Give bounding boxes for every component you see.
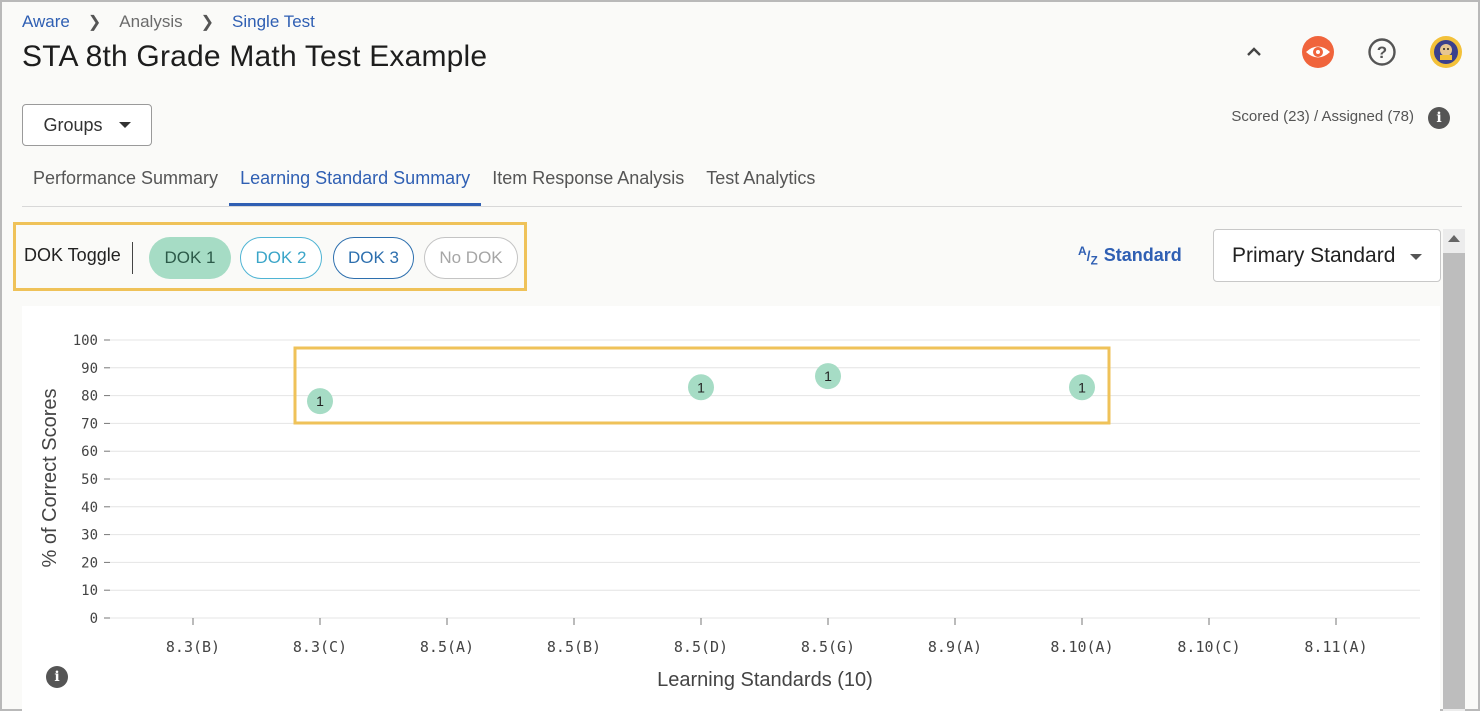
x-tick-label: 8.10(A) bbox=[1050, 638, 1113, 656]
info-icon[interactable]: i bbox=[46, 666, 68, 688]
data-point-label: 1 bbox=[697, 379, 705, 395]
x-tick-label: 8.11(A) bbox=[1304, 638, 1367, 656]
x-axis-label: Learning Standards (10) bbox=[657, 669, 873, 691]
data-point[interactable]: 1 bbox=[1069, 374, 1095, 401]
y-tick-label: 40 bbox=[81, 500, 98, 516]
x-tick-label: 8.9(A) bbox=[928, 638, 982, 656]
y-axis-label: % of Correct Scores bbox=[39, 389, 61, 568]
scatter-chart: 0 10 20 30 40 50 60 70 80 90 100 8.3(B) 8.3(C) 8.5(A… bbox=[39, 333, 1420, 691]
x-tick-label: 8.3(B) bbox=[166, 638, 220, 656]
y-axis-ticks: 0 10 20 30 40 50 60 70 80 90 100 bbox=[73, 333, 110, 627]
y-tick-label: 0 bbox=[90, 611, 98, 627]
chart-grid bbox=[110, 339, 1420, 619]
data-point[interactable]: 1 bbox=[688, 374, 714, 401]
y-tick-label: 80 bbox=[81, 389, 98, 405]
data-point-label: 1 bbox=[1078, 379, 1086, 395]
y-tick-label: 10 bbox=[81, 583, 98, 599]
data-point[interactable]: 1 bbox=[307, 388, 333, 415]
y-tick-label: 100 bbox=[73, 333, 98, 349]
x-tick-label: 8.10(C) bbox=[1177, 638, 1240, 656]
data-point-label: 1 bbox=[316, 393, 324, 409]
x-tick-label: 8.5(D) bbox=[674, 638, 728, 656]
y-tick-label: 60 bbox=[81, 444, 98, 460]
data-point[interactable]: 1 bbox=[815, 363, 841, 390]
data-points: 1 1 1 1 bbox=[307, 363, 1095, 415]
x-tick-label: 8.5(A) bbox=[420, 638, 474, 656]
x-axis-ticks: 8.3(B) 8.3(C) 8.5(A) 8.5(B) 8.5(D) 8.5(G) 8.9(… bbox=[166, 618, 1368, 656]
y-tick-label: 90 bbox=[81, 361, 98, 377]
y-tick-label: 30 bbox=[81, 528, 98, 544]
y-tick-label: 50 bbox=[81, 472, 98, 488]
x-tick-label: 8.3(C) bbox=[293, 638, 347, 656]
y-tick-label: 70 bbox=[81, 416, 98, 432]
x-tick-label: 8.5(B) bbox=[547, 638, 601, 656]
app-frame: Aware ❯ Analysis ❯ Single Test STA 8th G… bbox=[0, 0, 1480, 711]
y-tick-label: 20 bbox=[81, 555, 98, 571]
data-point-label: 1 bbox=[824, 368, 832, 384]
x-tick-label: 8.5(G) bbox=[801, 638, 855, 656]
